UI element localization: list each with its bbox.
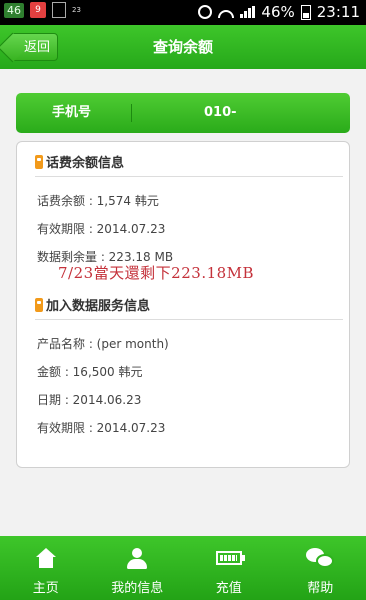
wifi-icon [218,6,235,18]
balance-row: 话费余额 : 1,574 韩元 [37,194,159,208]
service-expiry-row: 有效期限 : 2014.07.23 [37,421,166,435]
service-section-title-text: 加入数据服务信息 [46,299,151,314]
nav-my-info-label: 我的信息 [111,581,164,596]
status-bar: 46 9 23 46% 23:11 [0,0,366,25]
handwritten-note: 7/23當天還剩下223.18MB [58,264,255,282]
bottom-nav: 主页 我的信息 充值 帮助 [0,536,366,600]
section-divider [35,176,343,177]
phone-number-bar: 手机号 010- [16,93,350,133]
home-icon [35,548,57,568]
amount-row: 金额 : 16,500 韩元 [37,365,143,379]
status-time: 23:11 [316,3,360,21]
user-icon [126,548,148,570]
section-divider [35,319,343,320]
calendar-icon: 9 [30,2,46,18]
alarm-icon [198,5,213,19]
nav-recharge[interactable]: 充值 [183,536,275,600]
phone-divider [131,104,132,122]
service-section-title: 加入数据服务信息 [35,295,150,314]
phone-value: 010- [204,105,237,120]
signal-icon [240,6,256,18]
nav-my-info[interactable]: 我的信息 [92,536,184,600]
balance-section-title: 话费余额信息 [35,152,124,171]
app-header: 返回 查询余额 [0,25,366,69]
date-row: 日期 : 2014.06.23 [37,393,142,407]
balance-section-title-text: 话费余额信息 [46,156,125,171]
nav-recharge-label: 充值 [215,581,242,596]
tag-icon [35,154,43,169]
tag-icon [35,297,43,312]
nav-home[interactable]: 主页 [0,536,92,600]
battery-status-icon [300,4,311,20]
phone-label: 手机号 [52,105,92,120]
notification-icon [52,2,66,18]
nav-help-label: 帮助 [307,581,334,596]
balance-expiry-row: 有效期限 : 2014.07.23 [37,222,166,236]
nav-help[interactable]: 帮助 [275,536,366,600]
chat-icon [306,548,335,570]
page-title: 查询余额 [152,38,213,56]
info-card: 话费余额信息 话费余额 : 1,574 韩元 有效期限 : 2014.07.23… [16,141,350,468]
battery-icon [215,551,245,565]
network-badge: 46 [4,2,24,18]
battery-percent: 46% [261,3,295,21]
nav-home-label: 主页 [32,581,59,596]
product-name-row: 产品名称 : (per month) [37,337,169,351]
status-small-text: 23 [72,6,81,14]
